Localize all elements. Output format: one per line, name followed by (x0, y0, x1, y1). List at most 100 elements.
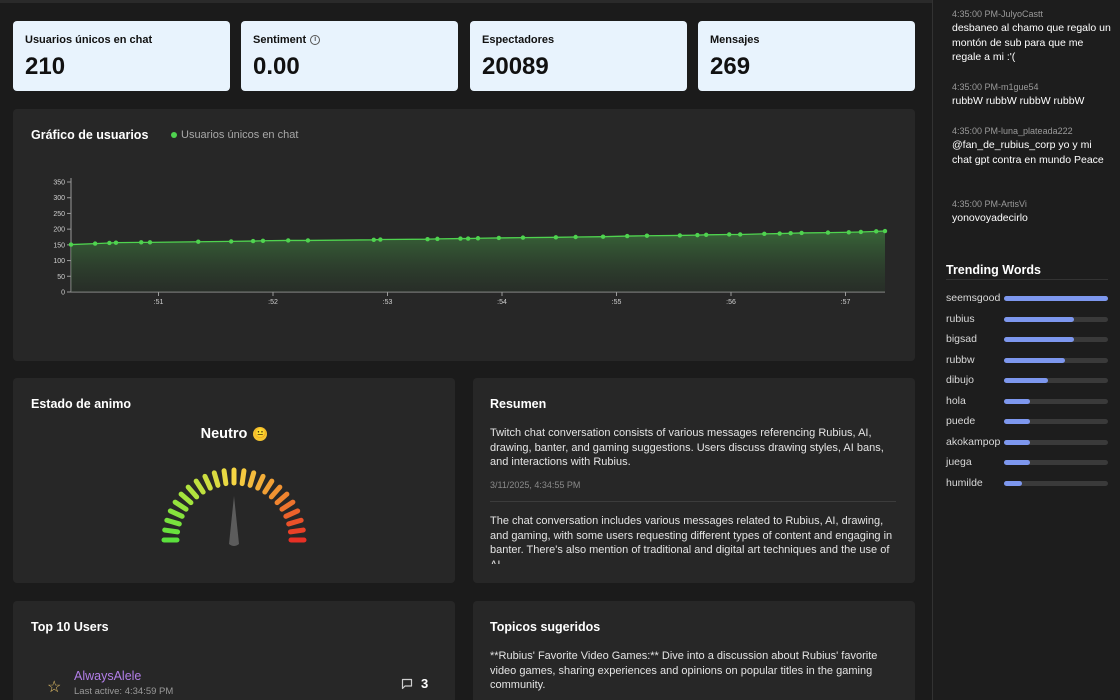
chat-message-meta: 4:35:00 PM-ArtisVi (952, 199, 1027, 209)
chat-sidebar: 4:35:00 PM-JulyoCastt desbaneo al chamo … (932, 0, 1120, 700)
data-point[interactable] (425, 237, 430, 242)
topics-card: Topicos sugeridos **Rubius' Favorite Vid… (473, 601, 915, 700)
data-point[interactable] (825, 230, 831, 235)
user-row[interactable]: ☆ AlwaysAlele Last active: 4:34:59 PM 3 (43, 669, 443, 700)
trending-bar-fill (1004, 378, 1048, 383)
data-point[interactable] (113, 240, 119, 245)
data-point[interactable] (762, 231, 767, 237)
data-point[interactable] (378, 237, 383, 242)
trending-bar-fill (1004, 357, 1066, 363)
gauge-segment (178, 491, 194, 506)
trending-word-row: dibujo (946, 374, 1111, 388)
data-point[interactable] (573, 234, 578, 240)
data-point[interactable] (496, 235, 502, 241)
trending-bar-track (1004, 460, 1108, 465)
data-point[interactable] (703, 232, 709, 237)
star-icon[interactable]: ☆ (47, 677, 61, 697)
data-point[interactable] (435, 236, 440, 242)
data-point[interactable] (799, 230, 804, 236)
data-point[interactable] (737, 232, 743, 237)
topics-title: Topicos sugeridos (490, 620, 601, 634)
data-point[interactable] (677, 233, 683, 238)
user-name[interactable]: AlwaysAlele (74, 669, 141, 683)
data-point[interactable] (465, 236, 471, 241)
x-tick-label: :54 (497, 299, 507, 306)
stat-label: Sentiment (253, 34, 307, 46)
data-point[interactable] (228, 239, 234, 244)
data-point[interactable] (600, 234, 606, 239)
data-point[interactable] (371, 237, 376, 243)
data-point[interactable] (695, 232, 700, 238)
trending-word-row: puede (946, 415, 1111, 429)
gauge-segment (185, 484, 200, 500)
info-icon[interactable]: i (310, 35, 321, 45)
chat-message-text: yonovoyadecirlo (952, 212, 1028, 224)
x-tick-label: :55 (612, 299, 622, 306)
summary-title: Resumen (490, 397, 547, 411)
data-point[interactable] (788, 231, 793, 236)
top-users-title: Top 10 Users (31, 620, 109, 634)
data-point[interactable] (196, 239, 201, 244)
gauge-segment (283, 508, 301, 519)
data-point[interactable] (644, 233, 650, 238)
stat-card-sentiment: Sentiment i 0.00 (241, 21, 458, 91)
data-point[interactable] (777, 231, 782, 236)
trending-word: akokampop (946, 435, 1001, 448)
trending-bar-fill (1004, 439, 1030, 445)
top-border (0, 0, 932, 3)
stat-label: Mensajes (710, 34, 760, 46)
data-point[interactable] (260, 238, 266, 243)
stat-card-messages: Mensajes 269 (698, 21, 915, 91)
user-last-active: Last active: 4:34:59 PM (74, 686, 174, 697)
data-point[interactable] (624, 233, 630, 239)
trending-word-row: juega (946, 456, 1111, 470)
chat-message-text: desbaneo al chamo que regalo un montón d… (952, 22, 1111, 63)
data-point[interactable] (92, 241, 98, 246)
data-point[interactable] (475, 236, 481, 241)
chat-message-text: rubbW rubbW rubbW rubbW (952, 95, 1085, 107)
users-chart: 350 300 250 200 150 100 50 0:51:52:53:54:55:56:… (53, 178, 888, 306)
data-point[interactable] (458, 236, 463, 241)
data-point[interactable] (553, 235, 559, 240)
stat-value: 269 (710, 53, 751, 80)
trending-word: humilde (946, 476, 983, 489)
trending-word-row: rubius (946, 313, 1111, 327)
x-tick-label: :52 (268, 299, 278, 306)
data-point[interactable] (858, 229, 864, 235)
gauge-needle (229, 496, 239, 546)
data-point[interactable] (286, 238, 291, 243)
data-point[interactable] (305, 238, 311, 243)
topic-text: **Rubius' Favorite Video Games:** Dive i… (490, 650, 878, 691)
trending-bar-track (1004, 378, 1108, 383)
chat-message: 4:35:00 PM-JulyoCastt desbaneo al chamo … (952, 9, 1112, 65)
summary-card: Resumen Twitch chat conversation consist… (473, 378, 915, 583)
data-point[interactable] (68, 242, 74, 247)
mood-gauge (161, 467, 307, 546)
data-point[interactable] (250, 238, 256, 244)
gauge-segment (286, 517, 304, 527)
data-point[interactable] (727, 232, 732, 237)
trending-word-row: seemsgood (946, 292, 1111, 306)
x-tick-label: :51 (154, 299, 164, 306)
summary-text: The chat conversation includes various m… (490, 515, 893, 564)
y-tick-label: 350 (53, 180, 65, 187)
data-point[interactable] (846, 230, 851, 235)
summary-text: Twitch chat conversation consists of var… (490, 427, 884, 468)
data-point[interactable] (107, 240, 112, 246)
summary-divider (490, 501, 896, 502)
data-point[interactable] (882, 228, 888, 234)
gauge-segment (287, 527, 306, 535)
dashboard-main: Usuarios únicos en chat 210 Sentiment i … (0, 0, 932, 700)
data-point[interactable] (520, 235, 526, 240)
data-point[interactable] (139, 240, 144, 245)
data-point[interactable] (874, 229, 879, 234)
chat-message-text: @fan_de_rubius_corp yo y mi chat gpt con… (952, 139, 1104, 166)
trending-word: seemsgood (946, 292, 1001, 304)
y-tick-label: 300 (53, 195, 65, 202)
data-point[interactable] (147, 240, 153, 245)
trending-word-row: rubbw (946, 354, 1111, 368)
summary-date: 3/11/2025, 4:34:55 PM (490, 480, 581, 490)
trending-words-title: Trending Words (946, 263, 1041, 277)
gauge-segment (211, 470, 221, 488)
trending-bar-track (1004, 398, 1108, 404)
